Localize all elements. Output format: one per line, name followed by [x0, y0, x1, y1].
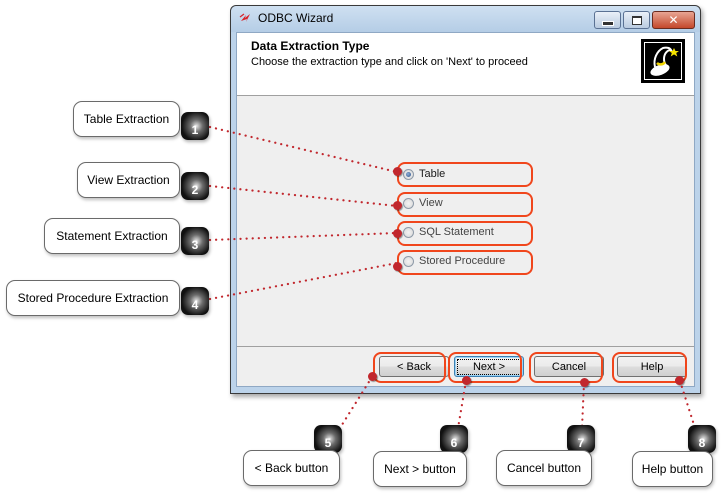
badge-8: 8 [688, 425, 716, 453]
close-button[interactable]: ✕ [652, 11, 695, 29]
option-view[interactable]: View [403, 194, 443, 212]
badge-4: 4 [181, 287, 209, 315]
callout-back-button: < Back button [243, 450, 340, 486]
next-button[interactable]: Next > [454, 356, 524, 377]
minimize-button[interactable] [594, 11, 621, 29]
close-icon: ✕ [668, 13, 679, 27]
minimize-icon [601, 20, 614, 26]
callout-5-label: < Back button [254, 461, 329, 475]
next-button-label: Next > [456, 358, 522, 375]
badge-1: 1 [181, 112, 209, 140]
title-bar[interactable]: ODBC Wizard ✕ [231, 6, 700, 32]
wizard-hat-icon [641, 39, 685, 83]
page-subtitle: Choose the extraction type and click on … [251, 56, 528, 68]
callout-stored-procedure-extraction: Stored Procedure Extraction [6, 280, 180, 316]
cancel-button[interactable]: Cancel [534, 356, 604, 377]
callout-8-label: Help button [641, 462, 704, 476]
badge-3: 3 [181, 227, 209, 255]
callout-table-extraction: Table Extraction [73, 101, 180, 137]
odbc-wizard-window: ODBC Wizard ✕ Data Extraction Type Choos… [230, 5, 701, 394]
wizard-client-area: Data Extraction Type Choose the extracti… [236, 32, 695, 387]
back-button[interactable]: < Back [379, 356, 449, 377]
callout-next-button: Next > button [373, 451, 467, 487]
wizard-header: Data Extraction Type Choose the extracti… [237, 33, 694, 96]
callout-1-label: Table Extraction [83, 112, 170, 126]
page-title: Data Extraction Type [251, 39, 370, 53]
badge-2: 2 [181, 172, 209, 200]
odbc-wizard-app-icon [239, 13, 250, 22]
callout-7-label: Cancel button [506, 461, 582, 475]
radio-stored-procedure[interactable] [403, 255, 414, 267]
callout-cancel-button: Cancel button [496, 450, 592, 486]
callout-view-extraction: View Extraction [77, 162, 180, 198]
maximize-button[interactable] [623, 11, 650, 29]
option-stored-procedure-label: Stored Procedure [419, 255, 506, 267]
radio-view[interactable] [403, 197, 414, 209]
footer-divider [237, 346, 694, 347]
badge-5: 5 [314, 425, 342, 453]
callout-statement-extraction: Statement Extraction [44, 218, 180, 254]
badge-6: 6 [440, 425, 468, 453]
option-table-label: Table [419, 168, 446, 180]
help-button[interactable]: Help [617, 356, 687, 377]
option-table[interactable]: Table [403, 165, 445, 183]
option-stored-procedure[interactable]: Stored Procedure [403, 252, 505, 270]
maximize-icon [631, 15, 642, 25]
badge-7: 7 [567, 425, 595, 453]
callout-6-label: Next > button [384, 462, 456, 476]
option-view-label: View [419, 197, 443, 209]
option-sql-statement-label: SQL Statement [419, 226, 494, 238]
window-title: ODBC Wizard [258, 11, 334, 25]
option-sql-statement[interactable]: SQL Statement [403, 223, 494, 241]
radio-table[interactable] [403, 168, 414, 180]
radio-sql-statement[interactable] [403, 226, 414, 238]
callout-help-button: Help button [632, 451, 713, 487]
callout-2-label: View Extraction [87, 173, 170, 187]
callout-4-label: Stored Procedure Extraction [17, 291, 169, 305]
callout-3-label: Statement Extraction [56, 229, 168, 243]
